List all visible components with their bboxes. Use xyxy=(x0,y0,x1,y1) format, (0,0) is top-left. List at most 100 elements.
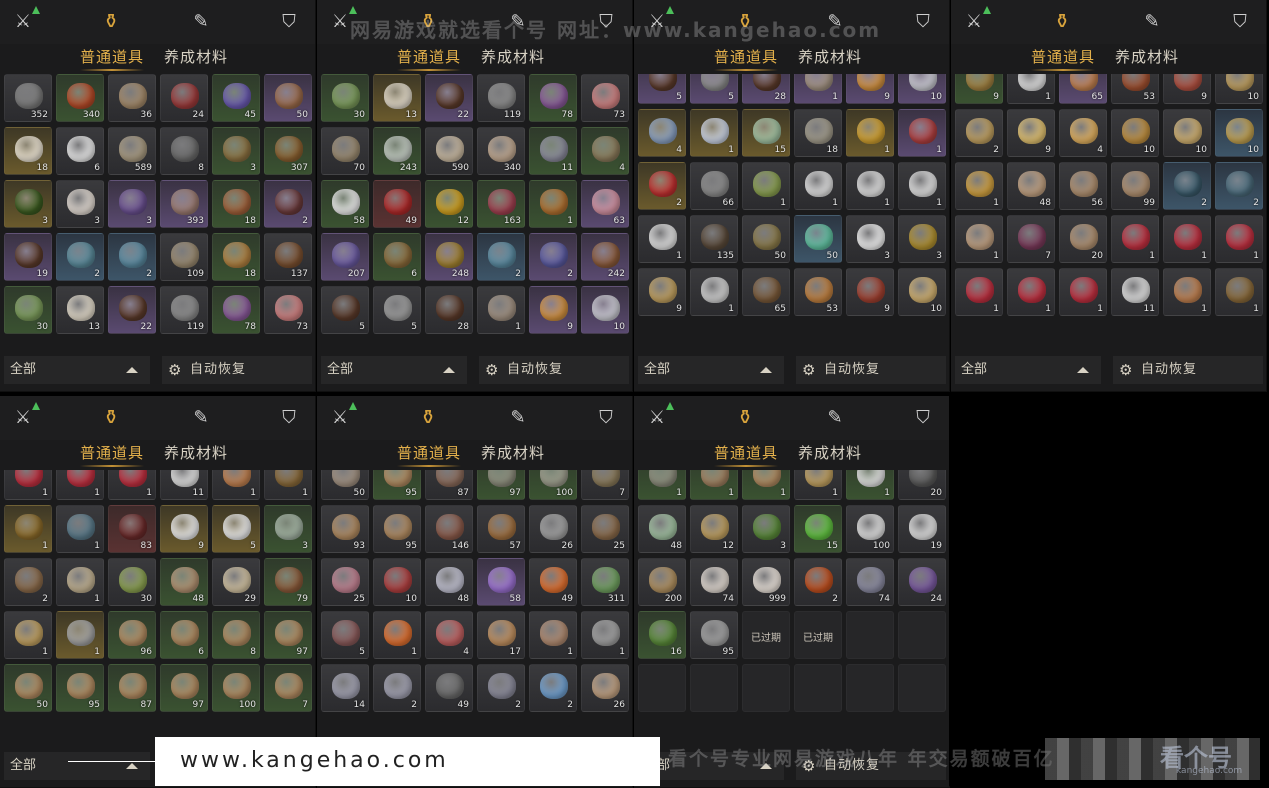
item-slot[interactable]: 2 xyxy=(477,664,525,712)
item-slot[interactable]: 4 xyxy=(1059,109,1107,157)
item-slot[interactable]: 1 xyxy=(898,162,946,210)
item-slot[interactable]: 1 xyxy=(56,470,104,500)
item-slot[interactable]: 1 xyxy=(477,286,525,334)
badge-icon[interactable]: ⛉ xyxy=(276,404,302,430)
item-slot[interactable]: 7 xyxy=(581,470,629,500)
item-slot[interactable]: 2 xyxy=(1215,162,1263,210)
item-slot[interactable]: 15 xyxy=(742,109,790,157)
item-slot[interactable]: 97 xyxy=(477,470,525,500)
item-slot[interactable]: 6 xyxy=(373,233,421,281)
item-slot[interactable]: 5 xyxy=(212,505,260,553)
item-slot[interactable]: 9 xyxy=(846,268,894,316)
item-slot[interactable]: 352 xyxy=(4,74,52,122)
tab-normal-items[interactable]: 普通道具 xyxy=(397,442,462,467)
item-slot[interactable]: 26 xyxy=(581,664,629,712)
item-slot[interactable]: 30 xyxy=(321,74,369,122)
filter-dropdown[interactable]: 全部 xyxy=(638,356,784,384)
item-grid-viewport[interactable]: 1 1 1 11 1 1 1 1 83 9 5 3 2 1 30 48 29 79 1 1 96 6 8 97 50 95 87 97… xyxy=(4,470,312,740)
item-slot[interactable]: 22 xyxy=(425,74,473,122)
item-slot[interactable] xyxy=(742,664,790,712)
item-slot[interactable]: 1 xyxy=(898,109,946,157)
item-slot[interactable]: 3 xyxy=(264,505,312,553)
item-slot[interactable]: 2 xyxy=(4,558,52,606)
item-slot[interactable]: 10 xyxy=(898,268,946,316)
item-slot[interactable]: 78 xyxy=(212,286,260,334)
item-slot[interactable]: 5 xyxy=(690,74,738,104)
item-slot[interactable]: 243 xyxy=(373,127,421,175)
bag-icon[interactable]: ⚱ xyxy=(415,404,441,430)
item-slot[interactable]: 9 xyxy=(638,268,686,316)
item-slot[interactable]: 3 xyxy=(846,215,894,263)
item-slot[interactable]: 18 xyxy=(794,109,842,157)
item-slot[interactable]: 1 xyxy=(4,505,52,553)
item-slot[interactable]: 45 xyxy=(212,74,260,122)
item-slot[interactable]: 20 xyxy=(898,470,946,500)
filter-dropdown[interactable]: 全部 xyxy=(955,356,1101,384)
tab-materials[interactable]: 养成材料 xyxy=(798,442,862,463)
item-slot[interactable]: 24 xyxy=(898,558,946,606)
filter-dropdown[interactable]: 全部 xyxy=(4,356,150,384)
item-slot[interactable]: 58 xyxy=(477,558,525,606)
item-slot[interactable]: 5 xyxy=(373,286,421,334)
item-slot[interactable]: 28 xyxy=(742,74,790,104)
item-slot[interactable]: 93 xyxy=(321,505,369,553)
item-slot[interactable]: 50 xyxy=(742,215,790,263)
tab-materials[interactable]: 养成材料 xyxy=(481,442,545,463)
item-slot[interactable]: 393 xyxy=(160,180,208,228)
item-slot[interactable]: 1 xyxy=(108,470,156,500)
item-slot[interactable]: 9 xyxy=(1007,109,1055,157)
item-slot[interactable]: 2 xyxy=(638,162,686,210)
item-slot[interactable]: 1 xyxy=(690,109,738,157)
item-slot[interactable]: 9 xyxy=(846,74,894,104)
item-slot[interactable]: 4 xyxy=(425,611,473,659)
item-slot[interactable]: 65 xyxy=(1059,74,1107,104)
sword-icon[interactable]: ⚔ xyxy=(327,402,357,430)
item-slot[interactable]: 6 xyxy=(56,127,104,175)
item-slot[interactable]: 95 xyxy=(56,664,104,712)
item-slot[interactable]: 100 xyxy=(212,664,260,712)
item-slot[interactable]: 10 xyxy=(373,558,421,606)
item-slot[interactable]: 9 xyxy=(529,286,577,334)
item-slot[interactable]: 10 xyxy=(1111,109,1159,157)
item-slot[interactable]: 20 xyxy=(1059,215,1107,263)
item-slot[interactable]: 5 xyxy=(321,286,369,334)
item-slot[interactable]: 22 xyxy=(108,286,156,334)
item-slot[interactable]: 74 xyxy=(690,558,738,606)
item-slot[interactable]: 95 xyxy=(373,470,421,500)
item-slot[interactable]: 36 xyxy=(108,74,156,122)
item-slot[interactable]: 74 xyxy=(846,558,894,606)
item-grid-viewport[interactable]: 9 1 65 53 9 10 2 9 4 10 10 10 1 48 56 99 2 2 1 7 20 1 1 1 1 1 1 11 1… xyxy=(955,74,1263,344)
item-slot[interactable] xyxy=(690,664,738,712)
item-slot[interactable]: 78 xyxy=(529,74,577,122)
item-slot[interactable]: 96 xyxy=(108,611,156,659)
item-slot[interactable]: 30 xyxy=(4,286,52,334)
item-slot[interactable]: 49 xyxy=(529,558,577,606)
item-slot[interactable] xyxy=(638,664,686,712)
item-slot[interactable]: 10 xyxy=(1163,109,1211,157)
item-slot[interactable]: 8 xyxy=(160,127,208,175)
item-slot[interactable]: 1 xyxy=(581,611,629,659)
tab-normal-items[interactable]: 普通道具 xyxy=(80,442,145,467)
bag-icon[interactable]: ⚱ xyxy=(98,8,124,34)
item-slot[interactable]: 340 xyxy=(477,127,525,175)
item-slot[interactable] xyxy=(794,664,842,712)
item-slot[interactable]: 56 xyxy=(1059,162,1107,210)
item-slot[interactable]: 4 xyxy=(638,109,686,157)
item-slot[interactable]: 2 xyxy=(955,109,1003,157)
item-slot[interactable]: 1 xyxy=(264,470,312,500)
item-slot[interactable]: 66 xyxy=(690,162,738,210)
sword-icon[interactable]: ⚔ xyxy=(961,6,991,34)
item-slot[interactable]: 49 xyxy=(425,664,473,712)
item-slot[interactable]: 3 xyxy=(212,127,260,175)
item-slot[interactable]: 73 xyxy=(581,74,629,122)
badge-icon[interactable]: ⛉ xyxy=(1227,8,1253,34)
item-slot[interactable]: 12 xyxy=(425,180,473,228)
badge-icon[interactable]: ⛉ xyxy=(593,404,619,430)
item-slot[interactable]: 25 xyxy=(321,558,369,606)
item-slot[interactable]: 9 xyxy=(1163,74,1211,104)
item-slot[interactable]: 79 xyxy=(264,558,312,606)
item-slot[interactable]: 163 xyxy=(477,180,525,228)
item-slot[interactable]: 87 xyxy=(425,470,473,500)
item-slot[interactable]: 100 xyxy=(846,505,894,553)
item-slot[interactable]: 1 xyxy=(1163,268,1211,316)
